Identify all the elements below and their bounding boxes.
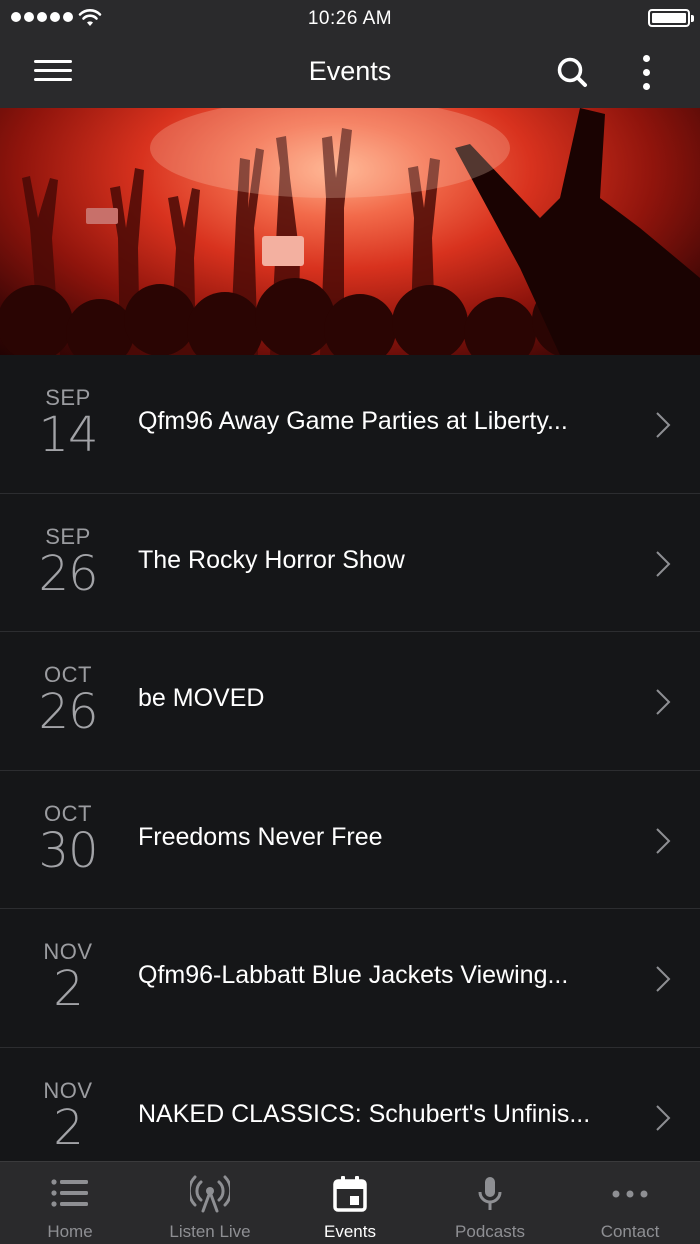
ellipsis-icon	[612, 1190, 648, 1198]
chevron-right-icon	[656, 828, 671, 854]
event-title: Qfm96 Away Game Parties at Liberty...	[138, 407, 568, 435]
event-title: NAKED CLASSICS: Schubert's Unfinis...	[138, 1099, 591, 1128]
event-day: 14	[38, 407, 98, 463]
status-bar: 10:26 AM	[0, 0, 700, 36]
event-day: 2	[53, 1099, 84, 1156]
tab-label: Contact	[600, 1222, 660, 1241]
chevron-right-icon	[656, 412, 671, 438]
tab-label: Listen Live	[169, 1222, 251, 1241]
event-row[interactable]: NOV 2 NAKED CLASSICS: Schubert's Unfinis…	[0, 1047, 700, 1161]
event-row[interactable]: SEP 26 The Rocky Horror Show	[0, 493, 700, 633]
chevron-right-icon	[656, 550, 671, 577]
event-title: be MOVED	[138, 684, 265, 713]
event-title: The Rocky Horror Show	[138, 545, 405, 574]
event-row[interactable]: NOV 2 Qfm96-Labbatt Blue Jackets Viewing…	[0, 909, 700, 1048]
tab-contact[interactable]: Contact	[560, 1162, 700, 1244]
microphone-icon	[478, 1177, 502, 1210]
event-day: 26	[38, 684, 98, 741]
chevron-right-icon	[656, 1105, 671, 1131]
event-day: 26	[38, 545, 98, 602]
tab-podcasts[interactable]: Podcasts	[420, 1162, 560, 1244]
tab-label: Home	[47, 1222, 93, 1241]
event-list: SEP 14 Qfm96 Away Game Parties at Libert…	[0, 355, 700, 1161]
hero-concert-image	[0, 108, 700, 355]
event-title: Freedoms Never Free	[138, 822, 383, 851]
search-icon	[557, 57, 587, 87]
tab-label: Podcasts	[455, 1222, 525, 1241]
tab-events[interactable]: Events	[280, 1162, 420, 1244]
event-row[interactable]: OCT 30 Freedoms Never Free	[0, 770, 700, 910]
battery-icon	[648, 9, 694, 27]
tab-bar: Home Listen Live Events Podcasts Contact	[0, 1161, 700, 1244]
more-options-button[interactable]	[630, 52, 664, 92]
status-time: 10:26 AM	[307, 8, 393, 29]
event-row[interactable]: OCT 26 be MOVED	[0, 632, 700, 771]
chevron-right-icon	[656, 689, 671, 715]
search-button[interactable]	[552, 52, 592, 92]
event-day: 30	[38, 822, 98, 879]
calendar-icon	[333, 1176, 367, 1212]
tab-listen-live[interactable]: Listen Live	[140, 1162, 280, 1244]
event-day: 2	[53, 961, 84, 1018]
app-bar: Events	[0, 36, 700, 108]
event-title: Qfm96-Labbatt Blue Jackets Viewing...	[138, 961, 569, 990]
tab-label: Events	[324, 1222, 376, 1241]
chevron-right-icon	[656, 966, 671, 993]
list-icon	[51, 1179, 88, 1207]
tab-home[interactable]: Home	[0, 1162, 140, 1244]
radio-tower-icon	[190, 1175, 230, 1213]
event-row[interactable]: SEP 14 Qfm96 Away Game Parties at Libert…	[0, 355, 700, 494]
page-title: Events	[308, 56, 392, 86]
